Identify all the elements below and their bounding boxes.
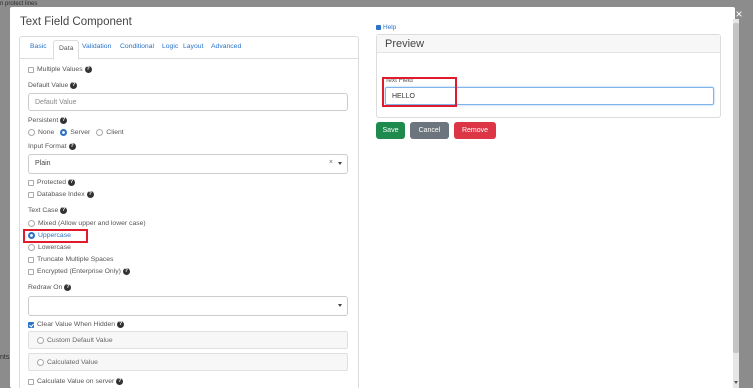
panel-title: Custom Default Value	[47, 336, 113, 344]
checkbox-box[interactable]	[28, 321, 34, 328]
redraw-on-label: Redraw On ?	[28, 284, 72, 291]
radio-label: Mixed (Allow upper and lower case)	[38, 220, 146, 227]
tab-validation[interactable]: Validation	[82, 43, 111, 50]
tab-logic[interactable]: Logic	[162, 43, 178, 50]
info-icon: ?	[116, 378, 124, 385]
radio-label: Client	[106, 129, 124, 136]
preview-title: Preview	[377, 35, 720, 53]
tab-layout[interactable]: Layout	[183, 43, 203, 50]
truncate-spaces-checkbox[interactable]: Truncate Multiple Spaces	[28, 256, 113, 263]
scrollbar-thumb[interactable]	[733, 23, 739, 353]
field-label: Default Value	[28, 82, 69, 89]
highlight-uppercase	[23, 229, 88, 243]
checkbox-box[interactable]	[28, 66, 34, 73]
info-icon: ?	[84, 66, 92, 73]
checkbox-box[interactable]	[28, 191, 34, 198]
tab-data[interactable]: Data	[53, 40, 80, 60]
info-icon: ?	[68, 179, 76, 186]
checkbox-label: Multiple Values	[37, 66, 83, 73]
checkbox-label: Database Index	[37, 191, 85, 198]
default-value-input[interactable]: Default Value	[28, 93, 348, 111]
checkbox-box[interactable]	[28, 268, 34, 275]
help-link[interactable]: Help	[376, 24, 396, 31]
info-icon: ?	[60, 117, 68, 124]
radio-lowercase[interactable]	[28, 244, 35, 251]
redraw-on-select[interactable]	[28, 296, 348, 316]
panel-title: Calculated Value	[47, 358, 98, 366]
info-icon: ?	[117, 321, 125, 328]
info-icon: ?	[86, 191, 94, 198]
input-format-label: Input Format ?	[28, 143, 76, 150]
help-label: Help	[383, 24, 397, 31]
text-case-mixed[interactable]: Mixed (Allow upper and lower case)	[28, 220, 146, 227]
select-value: Plain	[35, 160, 51, 167]
checkbox-label: Clear Value When Hidden	[37, 321, 116, 328]
radio-label: Lowercase	[38, 244, 71, 251]
text-case-lowercase[interactable]: Lowercase	[28, 244, 71, 251]
multiple-values-checkbox[interactable]: Multiple Values ?	[28, 66, 92, 73]
field-label: Text Case	[28, 207, 59, 214]
settings-tabs: Basic Data Validation Conditional Logic …	[20, 37, 358, 60]
checkbox-box[interactable]	[28, 256, 34, 263]
info-icon: ?	[68, 143, 76, 150]
collapse-icon	[37, 358, 44, 366]
tab-advanced[interactable]: Advanced	[211, 43, 241, 50]
protected-checkbox[interactable]: Protected ?	[28, 179, 76, 186]
collapse-icon	[37, 336, 44, 344]
info-icon: ?	[60, 207, 68, 214]
radio-none[interactable]	[28, 129, 35, 136]
component-dialog: Text Field Component Basic Data Validati…	[10, 7, 735, 388]
checkbox-box[interactable]	[28, 179, 34, 186]
field-label: Persistent	[28, 117, 59, 124]
clear-icon[interactable]: ×	[329, 159, 333, 166]
checkbox-label: Encrypted (Enterprise Only)	[37, 268, 121, 275]
checkbox-label: Protected	[37, 179, 67, 186]
radio-mixed[interactable]	[28, 220, 35, 227]
text-case-label: Text Case ?	[28, 207, 68, 214]
cancel-button[interactable]: Cancel	[410, 122, 449, 139]
close-icon[interactable]: ×	[734, 8, 744, 20]
field-label: Redraw On	[28, 284, 63, 291]
radio-client[interactable]	[96, 129, 104, 136]
database-index-checkbox[interactable]: Database Index ?	[28, 191, 94, 198]
tab-basic[interactable]: Basic	[30, 43, 47, 50]
checkbox-label: Calculate Value on server	[37, 378, 115, 385]
encrypted-checkbox[interactable]: Encrypted (Enterprise Only) ?	[28, 268, 130, 275]
clear-value-checkbox[interactable]: Clear Value When Hidden ?	[28, 321, 125, 328]
save-button[interactable]: Save	[376, 122, 405, 139]
info-icon: ?	[122, 268, 130, 275]
highlight-preview-value	[382, 77, 457, 107]
chevron-down-icon[interactable]	[338, 162, 342, 165]
dialog-title: Text Field Component	[20, 16, 132, 28]
calculate-on-server-checkbox[interactable]: Calculate Value on server ?	[28, 378, 124, 385]
field-label: Input Format	[28, 143, 67, 150]
input-format-select[interactable]: Plain ×	[28, 154, 348, 174]
info-icon: ?	[70, 82, 78, 89]
custom-default-panel[interactable]: Custom Default Value	[28, 331, 348, 349]
checkbox-label: Truncate Multiple Spaces	[37, 256, 114, 263]
settings-panel: Basic Data Validation Conditional Logic …	[19, 36, 359, 388]
radio-label: Server	[70, 129, 91, 136]
remove-button[interactable]: Remove	[454, 122, 496, 139]
tab-conditional[interactable]: Conditional	[120, 43, 154, 50]
persistent-options: None Server Client	[28, 129, 124, 136]
persistent-label: Persistent ?	[28, 117, 68, 124]
checkbox-box[interactable]	[28, 378, 34, 385]
chevron-down-icon[interactable]	[338, 304, 342, 307]
scroll-down-icon[interactable]	[734, 381, 738, 384]
info-icon: ?	[64, 284, 72, 291]
radio-label: None	[38, 129, 55, 136]
backdrop-side-text: nts	[0, 354, 10, 361]
book-icon	[376, 25, 381, 30]
default-value-label: Default Value ?	[28, 82, 78, 89]
radio-server[interactable]	[60, 129, 68, 136]
calculated-value-panel[interactable]: Calculated Value	[28, 353, 348, 371]
